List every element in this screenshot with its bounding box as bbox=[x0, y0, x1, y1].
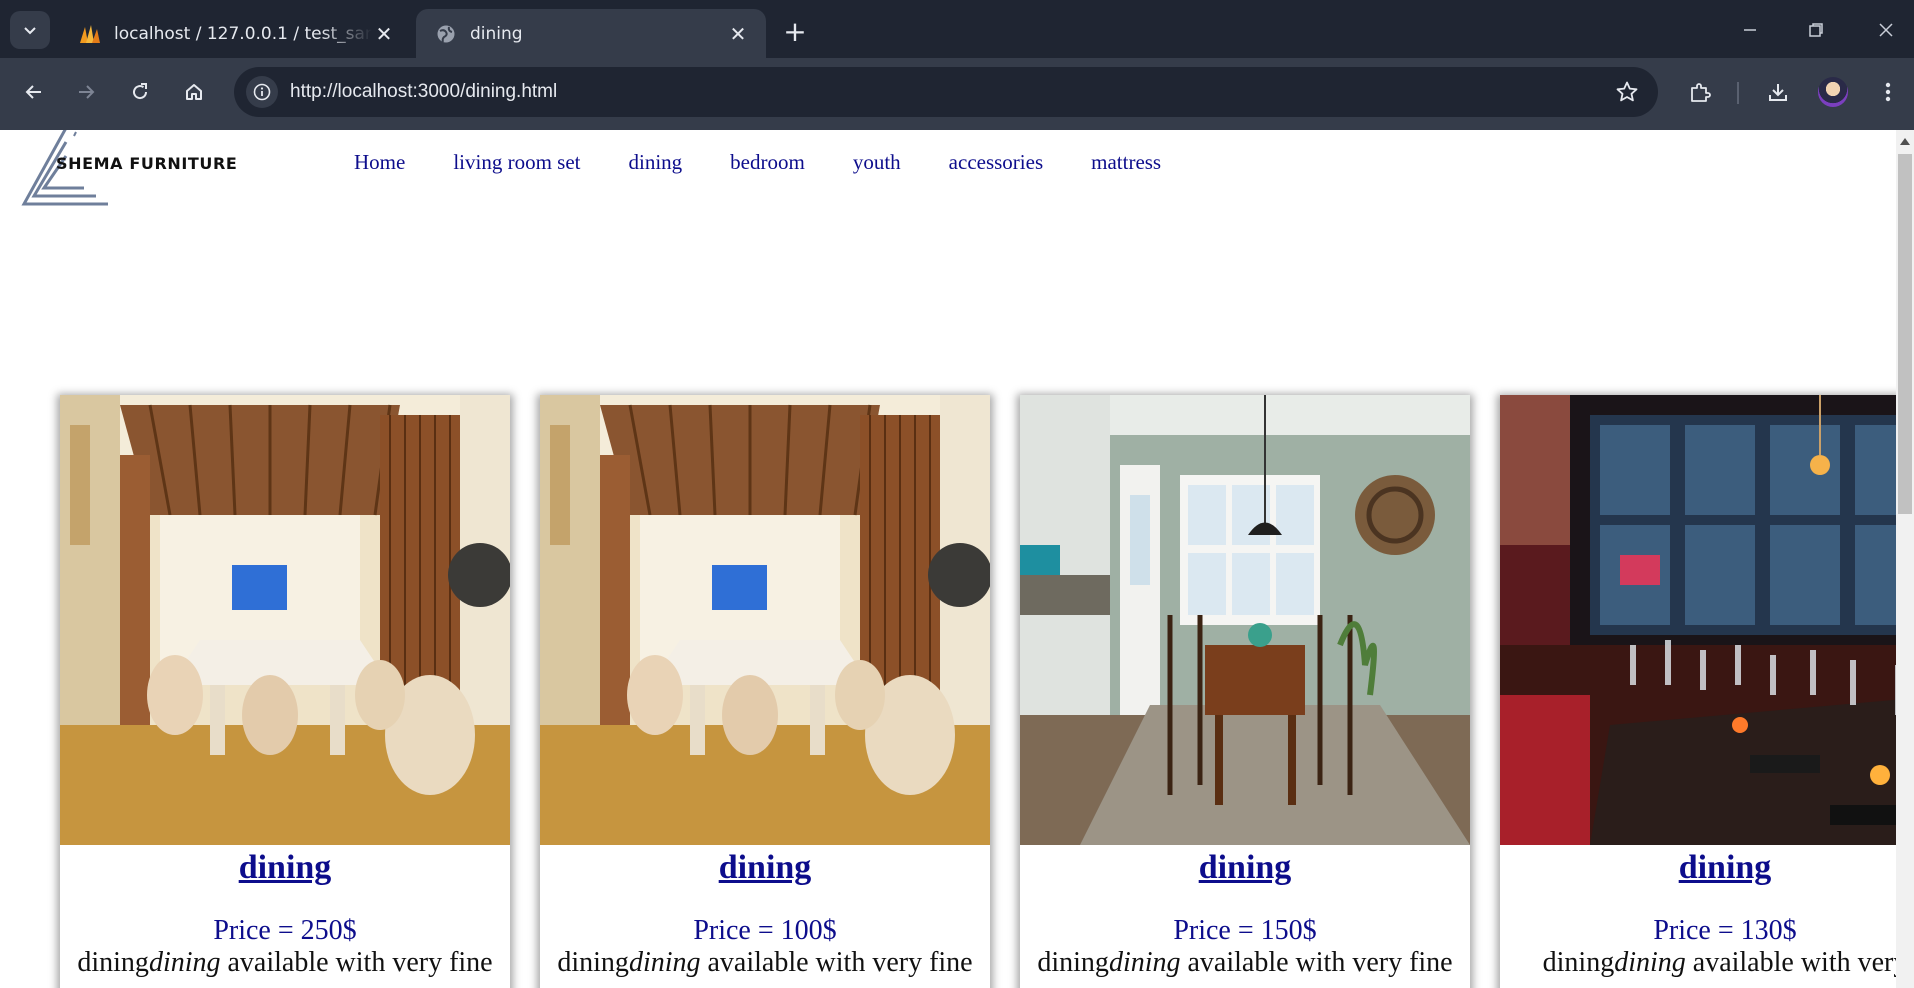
scrollbar-thumb[interactable] bbox=[1898, 154, 1912, 514]
desc-plain: dining bbox=[77, 947, 149, 978]
nav-link-living-room-set[interactable]: living room set bbox=[453, 150, 580, 175]
tab-search-button[interactable] bbox=[10, 11, 50, 49]
product-image[interactable] bbox=[60, 395, 510, 845]
nav-link-mattress[interactable]: mattress bbox=[1091, 150, 1161, 175]
product-description: diningdining available with very fine bbox=[540, 947, 990, 979]
desc-plain: dining bbox=[557, 947, 629, 978]
product-image[interactable] bbox=[540, 395, 990, 845]
site-info-icon[interactable] bbox=[246, 76, 278, 108]
close-window-icon[interactable] bbox=[1864, 10, 1908, 50]
nav-link-bedroom[interactable]: bedroom bbox=[730, 150, 805, 175]
site-logo[interactable]: SHEMA FURNITURE bbox=[16, 130, 306, 210]
home-icon[interactable] bbox=[174, 72, 214, 112]
product-price: Price = 130$ bbox=[1653, 915, 1797, 946]
menu-kebab-icon[interactable] bbox=[1868, 72, 1908, 112]
desc-rest: available with very fine bbox=[700, 947, 973, 978]
back-icon[interactable] bbox=[14, 72, 54, 112]
vertical-scrollbar[interactable] bbox=[1896, 130, 1914, 988]
browser-toolbar: http://localhost:3000/dining.html bbox=[0, 58, 1914, 130]
page-viewport: SHEMA FURNITURE Home living room set din… bbox=[0, 130, 1914, 988]
desc-italic: dining bbox=[628, 947, 701, 978]
product-price: Price = 100$ bbox=[693, 915, 837, 946]
nav-link-youth[interactable]: youth bbox=[853, 150, 901, 175]
product-card: dining Price = 130$ diningdining availab… bbox=[1500, 395, 1914, 988]
url-text[interactable]: http://localhost:3000/dining.html bbox=[290, 67, 557, 117]
minimize-icon[interactable] bbox=[1728, 10, 1772, 50]
reload-icon[interactable] bbox=[120, 72, 160, 112]
product-price: Price = 250$ bbox=[213, 915, 357, 946]
forward-icon[interactable] bbox=[66, 72, 106, 112]
product-title-link[interactable]: dining bbox=[540, 849, 990, 887]
close-icon[interactable]: ✕ bbox=[726, 22, 750, 46]
product-card: dining Price = 150$ diningdining availab… bbox=[1020, 395, 1470, 988]
bookmark-star-icon[interactable] bbox=[1614, 79, 1640, 105]
restore-icon[interactable] bbox=[1794, 10, 1838, 50]
extensions-icon[interactable] bbox=[1680, 72, 1720, 112]
product-description: diningdining available with very bbox=[1500, 947, 1914, 979]
phpmyadmin-icon bbox=[78, 22, 102, 46]
scroll-up-arrow-icon[interactable] bbox=[1900, 138, 1910, 145]
desc-rest: available with very bbox=[1685, 947, 1908, 978]
product-card: dining Price = 250$ diningdining availab… bbox=[60, 395, 510, 988]
desc-italic: dining bbox=[148, 947, 221, 978]
tab-title: dining bbox=[470, 23, 523, 44]
desc-plain: dining bbox=[1037, 947, 1109, 978]
nav-link-home[interactable]: Home bbox=[354, 150, 405, 175]
desc-rest: available with very fine bbox=[1180, 947, 1453, 978]
tab-phpmyadmin[interactable]: localhost / 127.0.0.1 / test_samp ✕ bbox=[60, 9, 412, 58]
product-image[interactable] bbox=[1500, 395, 1914, 845]
product-title-link[interactable]: dining bbox=[1500, 849, 1914, 887]
chevron-down-icon bbox=[24, 27, 36, 35]
tab-dining[interactable]: dining ✕ bbox=[416, 9, 766, 58]
product-image[interactable] bbox=[1020, 395, 1470, 845]
product-description: diningdining available with very fine bbox=[60, 947, 510, 979]
brand-name: SHEMA FURNITURE bbox=[56, 154, 238, 173]
profile-avatar[interactable] bbox=[1818, 77, 1848, 107]
globe-icon bbox=[434, 22, 458, 46]
address-bar[interactable]: http://localhost:3000/dining.html bbox=[234, 67, 1658, 117]
desc-italic: dining bbox=[1614, 947, 1686, 978]
desc-rest: available with very fine bbox=[220, 947, 493, 978]
browser-tab-strip: localhost / 127.0.0.1 / test_samp ✕ dini… bbox=[0, 0, 1914, 58]
download-icon[interactable] bbox=[1758, 72, 1798, 112]
close-icon[interactable]: ✕ bbox=[372, 22, 396, 46]
main-navigation: Home living room set dining bedroom yout… bbox=[354, 150, 1209, 175]
desc-italic: dining bbox=[1108, 947, 1181, 978]
new-tab-button[interactable]: + bbox=[778, 14, 812, 48]
toolbar-divider bbox=[1737, 82, 1739, 104]
product-title-link[interactable]: dining bbox=[1020, 849, 1470, 887]
product-title-link[interactable]: dining bbox=[60, 849, 510, 887]
product-price: Price = 150$ bbox=[1173, 915, 1317, 946]
desc-plain: dining bbox=[1542, 947, 1615, 978]
nav-link-accessories[interactable]: accessories bbox=[949, 150, 1043, 175]
nav-link-dining[interactable]: dining bbox=[629, 150, 683, 175]
product-description: diningdining available with very fine bbox=[1020, 947, 1470, 979]
tab-title: localhost / 127.0.0.1 / test_samp bbox=[114, 23, 372, 44]
product-card: dining Price = 100$ diningdining availab… bbox=[540, 395, 990, 988]
